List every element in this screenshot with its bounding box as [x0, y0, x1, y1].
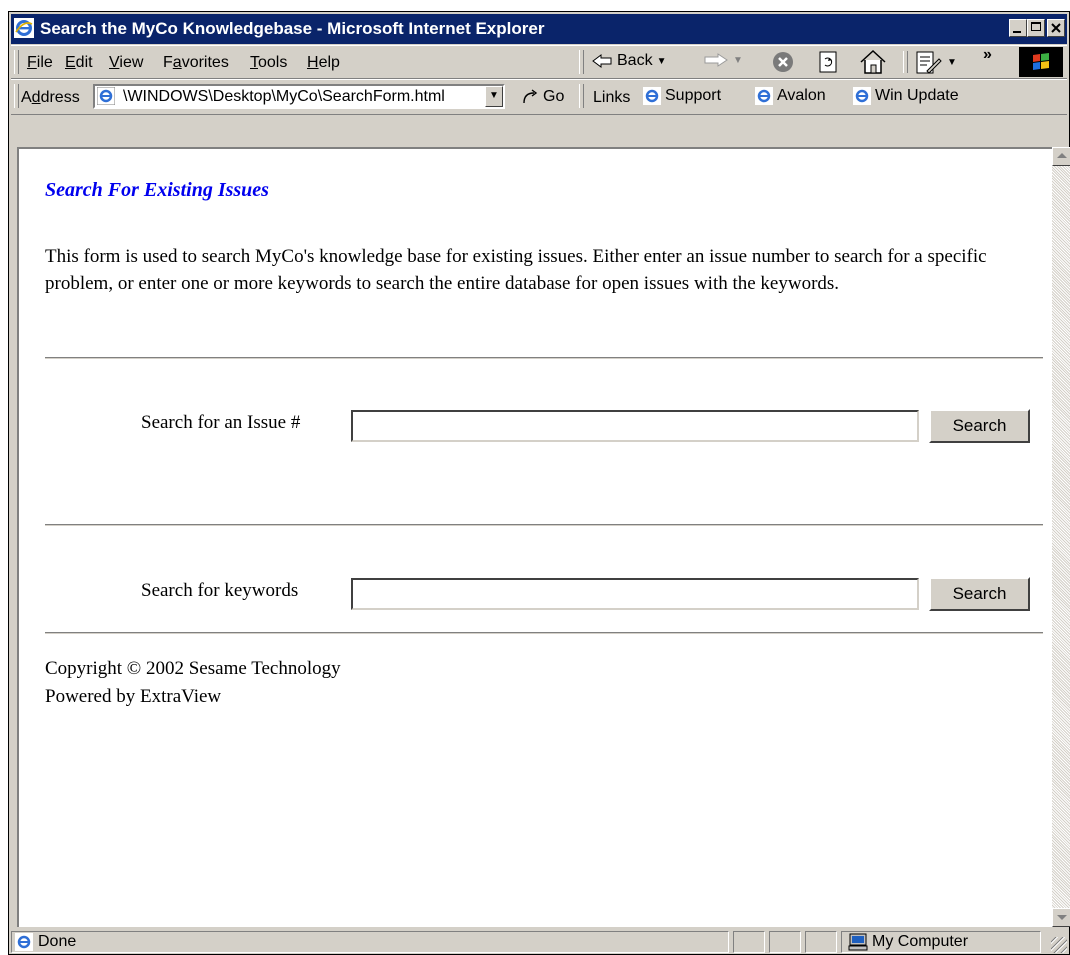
links-label: Links: [593, 89, 631, 106]
keyword-search-button[interactable]: Search: [929, 577, 1030, 611]
ie-icon: [14, 18, 34, 38]
home-button[interactable]: [859, 49, 887, 75]
page-title: Search For Existing Issues: [45, 179, 269, 201]
status-panel: [805, 931, 837, 953]
toolbar-chevron[interactable]: »: [983, 46, 992, 64]
back-arrow-icon: [592, 54, 612, 68]
menubar-grip: [14, 50, 19, 74]
title-bar[interactable]: Search the MyCo Knowledgebase - Microsof…: [11, 14, 1067, 44]
address-url: \WINDOWS\Desktop\MyCo\SearchForm.html: [123, 88, 445, 105]
page-ie-icon: [15, 933, 33, 951]
address-label: Address: [21, 89, 80, 106]
forward-dropdown-icon[interactable]: ▼: [733, 55, 743, 66]
scroll-down-button[interactable]: [1052, 908, 1070, 927]
issue-number-input[interactable]: [351, 410, 919, 442]
link-support-label: Support: [665, 87, 722, 104]
my-computer-icon: [848, 933, 868, 951]
forward-button[interactable]: ▼: [703, 52, 743, 68]
intro-paragraph: This form is used to search MyCo's knowl…: [45, 246, 987, 294]
minimize-icon: [1013, 31, 1021, 33]
chevron-up-icon: [1057, 153, 1067, 158]
link-win-update-label: Win Update: [875, 87, 959, 104]
close-button[interactable]: [1047, 19, 1065, 37]
stop-icon: [773, 52, 793, 72]
page-ie-icon: [97, 87, 115, 105]
page-content: Search For Existing Issues This form is …: [17, 147, 1052, 927]
link-avalon-label: Avalon: [777, 87, 826, 104]
address-dropdown-button[interactable]: ▼: [485, 86, 503, 107]
close-icon: [1051, 23, 1061, 33]
links-grip: [579, 84, 584, 108]
link-win-update[interactable]: Win Update: [853, 87, 959, 105]
status-text: Done: [38, 933, 77, 950]
browser-window: Search the MyCo Knowledgebase - Microsof…: [8, 11, 1070, 955]
toolbar-separator: [903, 51, 908, 73]
status-zone-panel: My Computer: [841, 931, 1041, 953]
resize-grip[interactable]: [1051, 937, 1067, 953]
chevron-down-icon: ▼: [489, 90, 499, 101]
back-button[interactable]: Back ▼: [591, 52, 666, 70]
address-field[interactable]: \WINDOWS\Desktop\MyCo\SearchForm.html ▼: [93, 84, 505, 109]
link-support[interactable]: Support: [643, 87, 721, 105]
edit-icon: [916, 51, 942, 74]
windows-logo-icon: [1019, 47, 1063, 77]
menu-toolbar-row: File Edit View Favorites Tools Help Back…: [11, 45, 1067, 79]
edit-button[interactable]: ▼: [915, 49, 957, 75]
menu-view[interactable]: View: [109, 54, 143, 72]
powered-by-text: Powered by ExtraView: [45, 686, 222, 707]
keyword-search-label: Search for keywords: [141, 580, 299, 601]
minimize-button[interactable]: [1009, 19, 1027, 37]
chevron-down-icon: [1057, 915, 1067, 920]
refresh-button[interactable]: [816, 50, 840, 74]
footer: Copyright © 2002 Sesame Technology Power…: [45, 655, 341, 711]
maximize-icon: [1031, 22, 1041, 31]
menu-edit[interactable]: Edit: [65, 54, 93, 72]
menu-help[interactable]: Help: [307, 54, 340, 72]
issue-search-label: Search for an Issue #: [141, 412, 301, 433]
page-ie-icon: [853, 87, 871, 105]
go-arrow-icon: [523, 89, 538, 104]
back-label: Back: [617, 52, 653, 69]
divider: [45, 524, 1043, 526]
edit-dropdown-icon[interactable]: ▼: [947, 57, 957, 68]
window-title: Search the MyCo Knowledgebase - Microsof…: [40, 19, 545, 38]
menu-tools[interactable]: Tools: [250, 54, 287, 72]
addressbar-grip: [14, 84, 19, 108]
keywords-input[interactable]: [351, 578, 919, 610]
forward-arrow-icon: [704, 53, 728, 67]
page-ie-icon: [755, 87, 773, 105]
copyright-text: Copyright © 2002 Sesame Technology: [45, 658, 341, 679]
status-bar: Done My Computer: [11, 929, 1067, 953]
address-links-row: Address \WINDOWS\Desktop\MyCo\SearchForm…: [11, 79, 1067, 115]
divider: [45, 632, 1043, 634]
menu-file[interactable]: File: [27, 54, 53, 72]
home-icon: [860, 49, 886, 74]
scroll-up-button[interactable]: [1052, 147, 1070, 166]
link-avalon[interactable]: Avalon: [755, 87, 826, 105]
go-button[interactable]: Go: [521, 88, 564, 106]
menu-favorites[interactable]: Favorites: [163, 54, 229, 72]
page-ie-icon: [643, 87, 661, 105]
back-dropdown-icon[interactable]: ▼: [657, 56, 667, 67]
status-panel-main: Done: [11, 931, 729, 953]
stop-button[interactable]: [771, 50, 795, 74]
refresh-icon: [819, 51, 837, 73]
issue-search-button[interactable]: Search: [929, 409, 1030, 443]
status-zone-text: My Computer: [872, 933, 969, 950]
status-panel: [769, 931, 801, 953]
vertical-scrollbar[interactable]: [1052, 147, 1070, 927]
status-panel: [733, 931, 765, 953]
toolbar-grip: [579, 50, 584, 74]
maximize-button[interactable]: [1027, 19, 1045, 37]
divider: [45, 357, 1043, 359]
go-label: Go: [543, 88, 565, 105]
